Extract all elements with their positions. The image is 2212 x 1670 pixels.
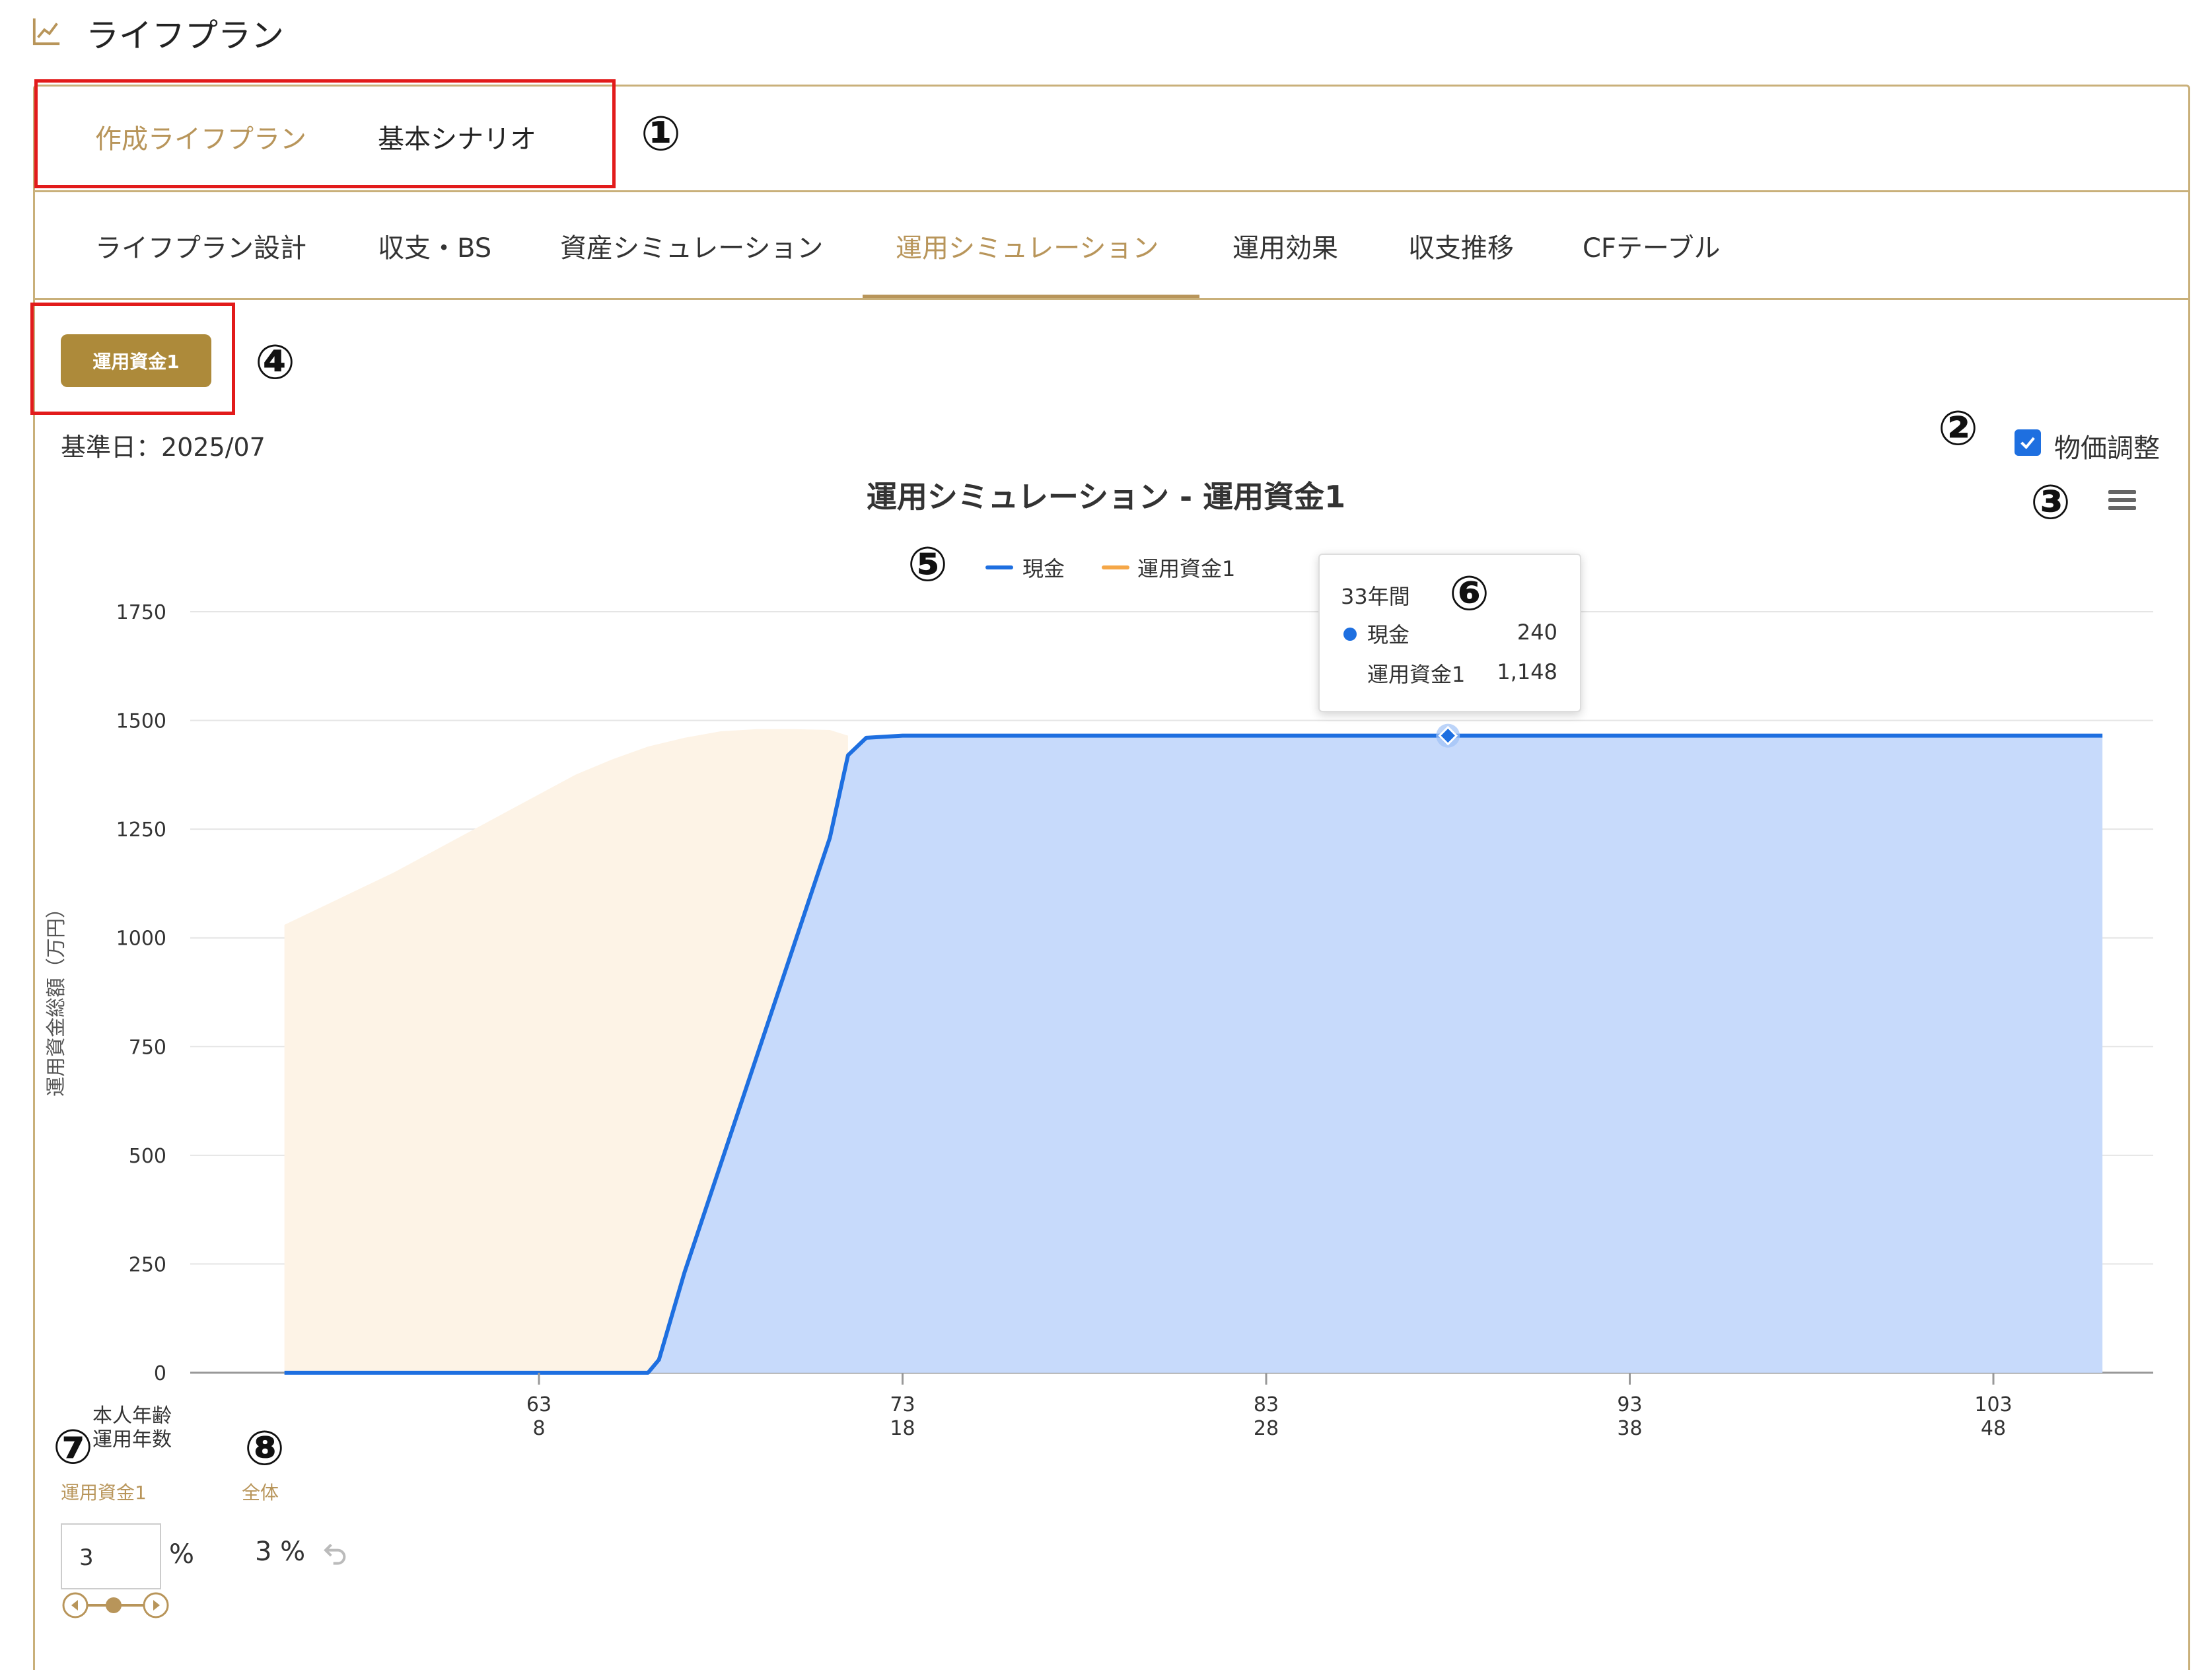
y-tick-label: 1000	[116, 927, 166, 951]
investment-chart: 0 250 500 750 1000 1250 1500 1750 638 7318 8328 93…	[116, 601, 2153, 1440]
x-tick-years: 48	[1981, 1417, 2006, 1440]
rate-input[interactable]: 3	[61, 1523, 161, 1589]
tooltip-cash-dot	[1343, 628, 1357, 641]
overall-rate-label: 全体	[242, 1482, 279, 1504]
annotation-4: ④	[255, 334, 295, 390]
tooltip-label: 現金	[1367, 622, 1410, 647]
x-tick-years: 8	[532, 1417, 545, 1440]
x-tick-age: 93	[1617, 1393, 1642, 1416]
legend-fund-line	[1102, 565, 1129, 569]
x-tick-age: 63	[526, 1393, 552, 1416]
x-axis-years-label: 運用年数	[92, 1428, 172, 1451]
y-tick-label: 0	[154, 1362, 166, 1385]
annotation-5: ⑤	[908, 536, 948, 592]
annotation-1: ①	[641, 106, 681, 161]
legend-cash[interactable]: 現金	[1022, 552, 1065, 583]
legend-fund[interactable]: 運用資金1	[1137, 552, 1235, 583]
fund-rate-label: 運用資金1	[61, 1482, 147, 1504]
y-tick-label: 1750	[116, 601, 166, 624]
y-tick-label: 1500	[116, 710, 166, 733]
x-tick-years: 38	[1617, 1417, 1642, 1440]
rate-slider[interactable]	[61, 1591, 170, 1620]
annotation-8: ⑧	[244, 1420, 285, 1476]
undo-icon[interactable]	[321, 1539, 350, 1566]
y-tick-label: 750	[129, 1036, 166, 1059]
annotation-2: ②	[1938, 400, 1978, 456]
overall-rate-value: 3 %	[255, 1537, 306, 1567]
y-tick-label: 250	[129, 1253, 166, 1276]
tooltip-label: 運用資金1	[1367, 662, 1466, 687]
annotation-3: ③	[2030, 474, 2071, 530]
annotation-7: ⑦	[53, 1419, 93, 1474]
y-tick-label: 500	[129, 1145, 166, 1168]
tooltip-value: 240	[1516, 620, 1557, 645]
y-axis-title: 運用資金総額（万円）	[45, 898, 68, 1097]
x-tick-age: 73	[890, 1393, 915, 1416]
slider-handle	[106, 1597, 122, 1613]
x-tick-age: 83	[1254, 1393, 1279, 1416]
x-tick-years: 18	[890, 1417, 915, 1440]
x-tick-years: 28	[1254, 1417, 1279, 1440]
tooltip-value: 1,148	[1497, 659, 1557, 684]
tooltip-title: 33年間	[1341, 584, 1410, 609]
percent-sign: %	[169, 1539, 195, 1570]
x-tick-age: 103	[1974, 1393, 2012, 1416]
annotation-6: ⑥	[1449, 565, 1489, 621]
legend-cash-line	[985, 565, 1013, 569]
y-tick-label: 1250	[116, 818, 166, 842]
